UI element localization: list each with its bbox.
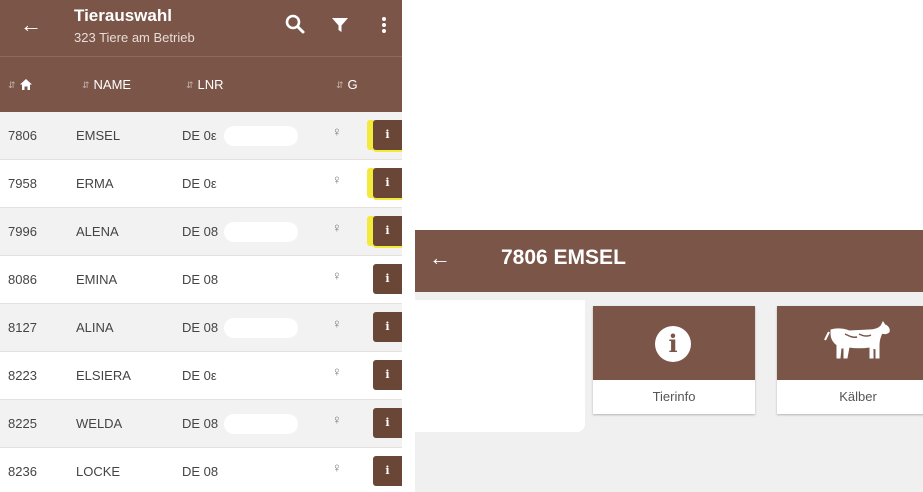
animal-name: LOCKE xyxy=(76,464,121,479)
sort-icon: ⇵ xyxy=(186,80,194,90)
animal-lnr: DE 0ε xyxy=(182,128,217,143)
animal-lnr: DE 0ε xyxy=(182,368,217,383)
table-header: ⇵ ⇵ NAME ⇵ LNR ⇵ G xyxy=(0,56,402,112)
info-button[interactable]: i xyxy=(373,120,402,150)
column-label: NAME xyxy=(93,77,132,92)
app-bar: ← Tierauswahl 323 Tiere am Betrieb xyxy=(0,0,402,56)
animal-name: ERMA xyxy=(76,176,114,191)
animal-detail-screen: ← 7806 EMSEL i Tierinfo Kälber xyxy=(415,230,923,492)
animal-count-subtitle: 323 Tiere am Betrieb xyxy=(74,30,195,45)
redaction-mask xyxy=(224,318,298,338)
table-row[interactable]: 8127 ALINA DE 08 ♀ i xyxy=(0,304,402,352)
female-sex-icon: ♀ xyxy=(332,268,342,283)
female-sex-icon: ♀ xyxy=(332,364,342,379)
redaction-mask xyxy=(224,126,298,146)
table-row[interactable]: 7996 ALENA DE 08 ♀ i xyxy=(0,208,402,256)
info-button[interactable]: i xyxy=(373,168,402,198)
column-header-home[interactable]: ⇵ xyxy=(8,77,32,93)
column-header-name[interactable]: ⇵ NAME xyxy=(82,77,131,93)
animal-number: 8236 xyxy=(8,464,37,479)
table-row[interactable]: 8086 EMINA DE 08 ♀ i xyxy=(0,256,402,304)
column-header-g[interactable]: ⇵ G xyxy=(336,77,358,93)
redaction-mask xyxy=(224,222,298,242)
animal-name: EMINA xyxy=(76,272,118,287)
sort-icon: ⇵ xyxy=(82,80,90,90)
animal-lnr: DE 08 xyxy=(182,224,219,239)
back-arrow-icon[interactable]: ← xyxy=(20,14,42,36)
table-row[interactable]: 8236 LOCKE DE 08 ♀ i xyxy=(0,448,402,492)
animal-number: 8127 xyxy=(8,320,37,335)
info-circle-icon: i xyxy=(655,326,691,362)
animal-lnr: DE 0ε xyxy=(182,176,217,191)
sort-icon: ⇵ xyxy=(8,80,16,90)
tierinfo-tile[interactable]: i Tierinfo xyxy=(593,306,755,414)
tile-header xyxy=(777,306,923,380)
more-vert-icon[interactable] xyxy=(381,16,387,39)
animal-lnr: DE 08 xyxy=(182,464,219,479)
column-label: G xyxy=(347,77,358,92)
kaelber-tile[interactable]: Kälber xyxy=(777,306,923,414)
animal-name: EMSEL xyxy=(76,128,121,143)
female-sex-icon: ♀ xyxy=(332,316,342,331)
animal-name: ELSIERA xyxy=(76,368,131,383)
female-sex-icon: ♀ xyxy=(332,124,342,139)
tile-label: Tierinfo xyxy=(652,389,696,404)
search-icon[interactable] xyxy=(285,14,305,39)
page-title: Tierauswahl xyxy=(74,6,172,25)
animal-number: 8223 xyxy=(8,368,37,383)
detail-body: i Tierinfo Kälber xyxy=(415,292,923,492)
info-button[interactable]: i xyxy=(373,264,402,294)
animal-name: ALENA xyxy=(76,224,119,239)
animal-name: ALINA xyxy=(76,320,114,335)
info-button[interactable]: i xyxy=(373,408,402,438)
column-label: LNR xyxy=(197,77,224,92)
tile-header: i xyxy=(593,306,755,380)
animal-number: 8086 xyxy=(8,272,37,287)
detail-app-bar: ← 7806 EMSEL xyxy=(415,230,923,292)
table-row[interactable]: 8223 ELSIERA DE 0ε ♀ i xyxy=(0,352,402,400)
animal-number: 8225 xyxy=(8,416,37,431)
calf-icon xyxy=(824,321,890,359)
animal-lnr: DE 08 xyxy=(182,416,219,431)
info-button[interactable]: i xyxy=(373,216,402,246)
info-button[interactable]: i xyxy=(373,312,402,342)
detail-title: 7806 EMSEL xyxy=(501,246,626,269)
animal-name: WELDA xyxy=(76,416,123,431)
animal-table-body: 7806 EMSEL DE 0ε ♀ i 7958 ERMA DE 0ε ♀ i… xyxy=(0,112,402,492)
table-row[interactable]: 7806 EMSEL DE 0ε ♀ i xyxy=(0,112,402,160)
animal-list-screen: ← Tierauswahl 323 Tiere am Betrieb ⇵ ⇵ NA… xyxy=(0,0,402,492)
column-header-lnr[interactable]: ⇵ LNR xyxy=(186,77,224,93)
back-arrow-icon[interactable]: ← xyxy=(429,246,451,270)
blank-card xyxy=(415,300,585,432)
female-sex-icon: ♀ xyxy=(332,220,342,235)
filter-icon[interactable] xyxy=(331,16,349,39)
table-row[interactable]: 8225 WELDA DE 08 ♀ i xyxy=(0,400,402,448)
home-icon xyxy=(19,79,32,90)
female-sex-icon: ♀ xyxy=(332,412,342,427)
redaction-mask xyxy=(224,414,298,434)
info-button[interactable]: i xyxy=(373,456,402,486)
female-sex-icon: ♀ xyxy=(332,172,342,187)
sort-icon: ⇵ xyxy=(336,80,344,90)
animal-number: 7806 xyxy=(8,128,37,143)
female-sex-icon: ♀ xyxy=(332,460,342,475)
tile-label: Kälber xyxy=(839,389,877,404)
animal-number: 7958 xyxy=(8,176,37,191)
animal-number: 7996 xyxy=(8,224,37,239)
table-row[interactable]: 7958 ERMA DE 0ε ♀ i xyxy=(0,160,402,208)
info-button[interactable]: i xyxy=(373,360,402,390)
animal-lnr: DE 08 xyxy=(182,272,219,287)
animal-lnr: DE 08 xyxy=(182,320,219,335)
